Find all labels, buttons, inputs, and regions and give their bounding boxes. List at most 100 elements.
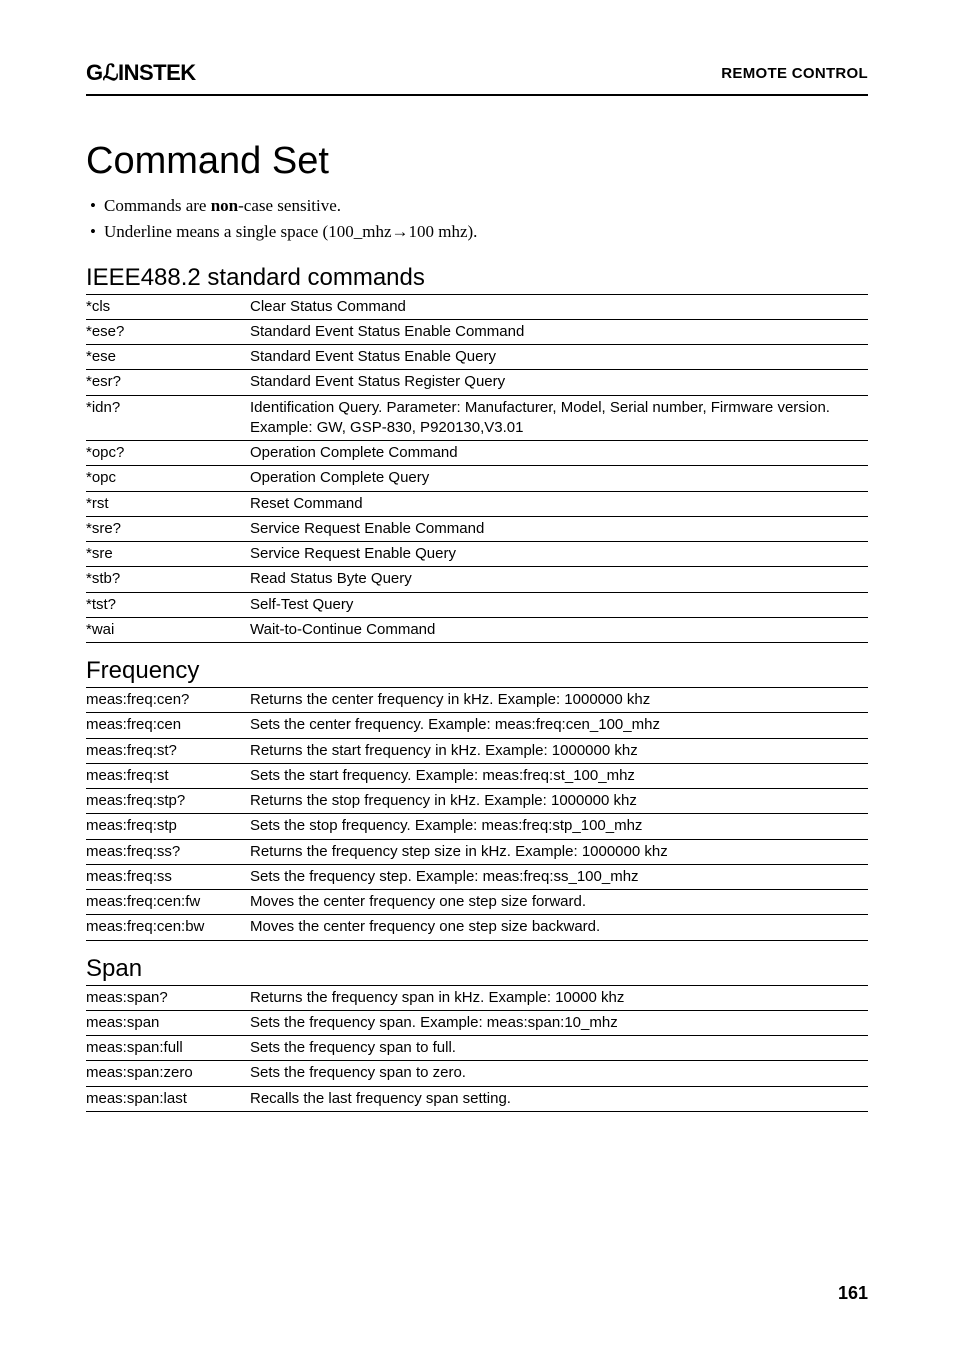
command-description: Identification Query. Parameter: Manufac… — [250, 395, 868, 441]
table-row: *sre?Service Request Enable Command — [86, 516, 868, 541]
table-row: meas:freq:cen?Returns the center frequen… — [86, 688, 868, 713]
command-name: *opc — [86, 466, 250, 491]
table-row: *opc?Operation Complete Command — [86, 441, 868, 466]
command-description: Standard Event Status Enable Command — [250, 319, 868, 344]
command-description: Sets the center frequency. Example: meas… — [250, 713, 868, 738]
command-table: *clsClear Status Command*ese?Standard Ev… — [86, 294, 868, 644]
command-description: Wait-to-Continue Command — [250, 617, 868, 642]
table-row: *waiWait-to-Continue Command — [86, 617, 868, 642]
table-row: meas:freq:ssSets the frequency step. Exa… — [86, 864, 868, 889]
command-name: *idn? — [86, 395, 250, 441]
command-name: meas:freq:cen? — [86, 688, 250, 713]
command-description: Sets the frequency span to full. — [250, 1036, 868, 1061]
command-name: *ese? — [86, 319, 250, 344]
command-description: Sets the start frequency. Example: meas:… — [250, 763, 868, 788]
command-name: meas:freq:stp? — [86, 789, 250, 814]
command-table: meas:span?Returns the frequency span in … — [86, 985, 868, 1112]
command-name: *esr? — [86, 370, 250, 395]
command-table: meas:freq:cen?Returns the center frequen… — [86, 687, 868, 941]
table-row: meas:freq:cenSets the center frequency. … — [86, 713, 868, 738]
note-text-pre: Commands are — [104, 196, 211, 215]
command-description: Moves the center frequency one step size… — [250, 915, 868, 940]
command-description: Service Request Enable Command — [250, 516, 868, 541]
command-name: meas:span:zero — [86, 1061, 250, 1086]
table-row: meas:freq:stSets the start frequency. Ex… — [86, 763, 868, 788]
command-name: meas:freq:cen:fw — [86, 890, 250, 915]
table-row: *eseStandard Event Status Enable Query — [86, 345, 868, 370]
command-description: Standard Event Status Register Query — [250, 370, 868, 395]
command-name: *ese — [86, 345, 250, 370]
command-name: meas:freq:ss — [86, 864, 250, 889]
header-divider — [86, 94, 868, 96]
command-name: *rst — [86, 491, 250, 516]
page-header: GℒINSTEK REMOTE CONTROL — [86, 60, 868, 86]
command-description: Standard Event Status Enable Query — [250, 345, 868, 370]
brand-logo: GℒINSTEK — [86, 60, 196, 86]
command-description: Recalls the last frequency span setting. — [250, 1086, 868, 1111]
section-heading: Frequency — [86, 657, 868, 685]
command-name: *sre? — [86, 516, 250, 541]
table-row: *esr?Standard Event Status Register Quer… — [86, 370, 868, 395]
command-description: Clear Status Command — [250, 294, 868, 319]
section-heading: IEEE488.2 standard commands — [86, 264, 868, 292]
command-name: *tst? — [86, 592, 250, 617]
table-row: *opcOperation Complete Query — [86, 466, 868, 491]
note-text-pre: Underline means a single space (100_mhz→… — [104, 222, 477, 241]
note-text-bold: non — [211, 196, 238, 215]
command-name: meas:span — [86, 1010, 250, 1035]
command-description: Returns the stop frequency in kHz. Examp… — [250, 789, 868, 814]
table-row: *clsClear Status Command — [86, 294, 868, 319]
table-row: meas:span:lastRecalls the last frequency… — [86, 1086, 868, 1111]
section-heading: Span — [86, 955, 868, 983]
command-name: meas:freq:stp — [86, 814, 250, 839]
command-name: meas:span:full — [86, 1036, 250, 1061]
command-description: Self-Test Query — [250, 592, 868, 617]
table-row: meas:freq:ss?Returns the frequency step … — [86, 839, 868, 864]
table-row: meas:freq:cen:fwMoves the center frequen… — [86, 890, 868, 915]
table-row: meas:span?Returns the frequency span in … — [86, 985, 868, 1010]
command-description: Returns the frequency span in kHz. Examp… — [250, 985, 868, 1010]
command-name: meas:span:last — [86, 1086, 250, 1111]
command-name: meas:freq:cen — [86, 713, 250, 738]
table-row: meas:freq:stpSets the stop frequency. Ex… — [86, 814, 868, 839]
table-row: *rstReset Command — [86, 491, 868, 516]
command-description: Returns the center frequency in kHz. Exa… — [250, 688, 868, 713]
command-name: meas:span? — [86, 985, 250, 1010]
command-name: meas:freq:ss? — [86, 839, 250, 864]
command-description: Moves the center frequency one step size… — [250, 890, 868, 915]
table-row: meas:freq:stp?Returns the stop frequency… — [86, 789, 868, 814]
table-row: *sreService Request Enable Query — [86, 542, 868, 567]
command-description: Service Request Enable Query — [250, 542, 868, 567]
command-description: Sets the stop frequency. Example: meas:f… — [250, 814, 868, 839]
table-row: *idn?Identification Query. Parameter: Ma… — [86, 395, 868, 441]
command-description: Operation Complete Query — [250, 466, 868, 491]
page-title: Command Set — [86, 140, 868, 183]
table-row: meas:span:fullSets the frequency span to… — [86, 1036, 868, 1061]
command-description: Read Status Byte Query — [250, 567, 868, 592]
command-description: Sets the frequency span to zero. — [250, 1061, 868, 1086]
note-text-post: -case sensitive. — [238, 196, 341, 215]
notes-list: Commands are non-case sensitive. Underli… — [86, 193, 868, 246]
note-item: Commands are non-case sensitive. — [90, 193, 868, 219]
command-description: Reset Command — [250, 491, 868, 516]
command-description: Returns the start frequency in kHz. Exam… — [250, 738, 868, 763]
table-row: *tst?Self-Test Query — [86, 592, 868, 617]
table-row: meas:span:zeroSets the frequency span to… — [86, 1061, 868, 1086]
command-name: *opc? — [86, 441, 250, 466]
command-name: *stb? — [86, 567, 250, 592]
table-row: *ese?Standard Event Status Enable Comman… — [86, 319, 868, 344]
table-row: *stb?Read Status Byte Query — [86, 567, 868, 592]
note-item: Underline means a single space (100_mhz→… — [90, 219, 868, 245]
command-name: meas:freq:cen:bw — [86, 915, 250, 940]
command-description: Sets the frequency span. Example: meas:s… — [250, 1010, 868, 1035]
page-number: 161 — [838, 1283, 868, 1304]
command-description: Returns the frequency step size in kHz. … — [250, 839, 868, 864]
command-name: *sre — [86, 542, 250, 567]
command-description: Sets the frequency step. Example: meas:f… — [250, 864, 868, 889]
command-name: *cls — [86, 294, 250, 319]
section-label: REMOTE CONTROL — [721, 65, 868, 82]
command-name: meas:freq:st? — [86, 738, 250, 763]
command-name: *wai — [86, 617, 250, 642]
command-name: meas:freq:st — [86, 763, 250, 788]
command-description: Operation Complete Command — [250, 441, 868, 466]
